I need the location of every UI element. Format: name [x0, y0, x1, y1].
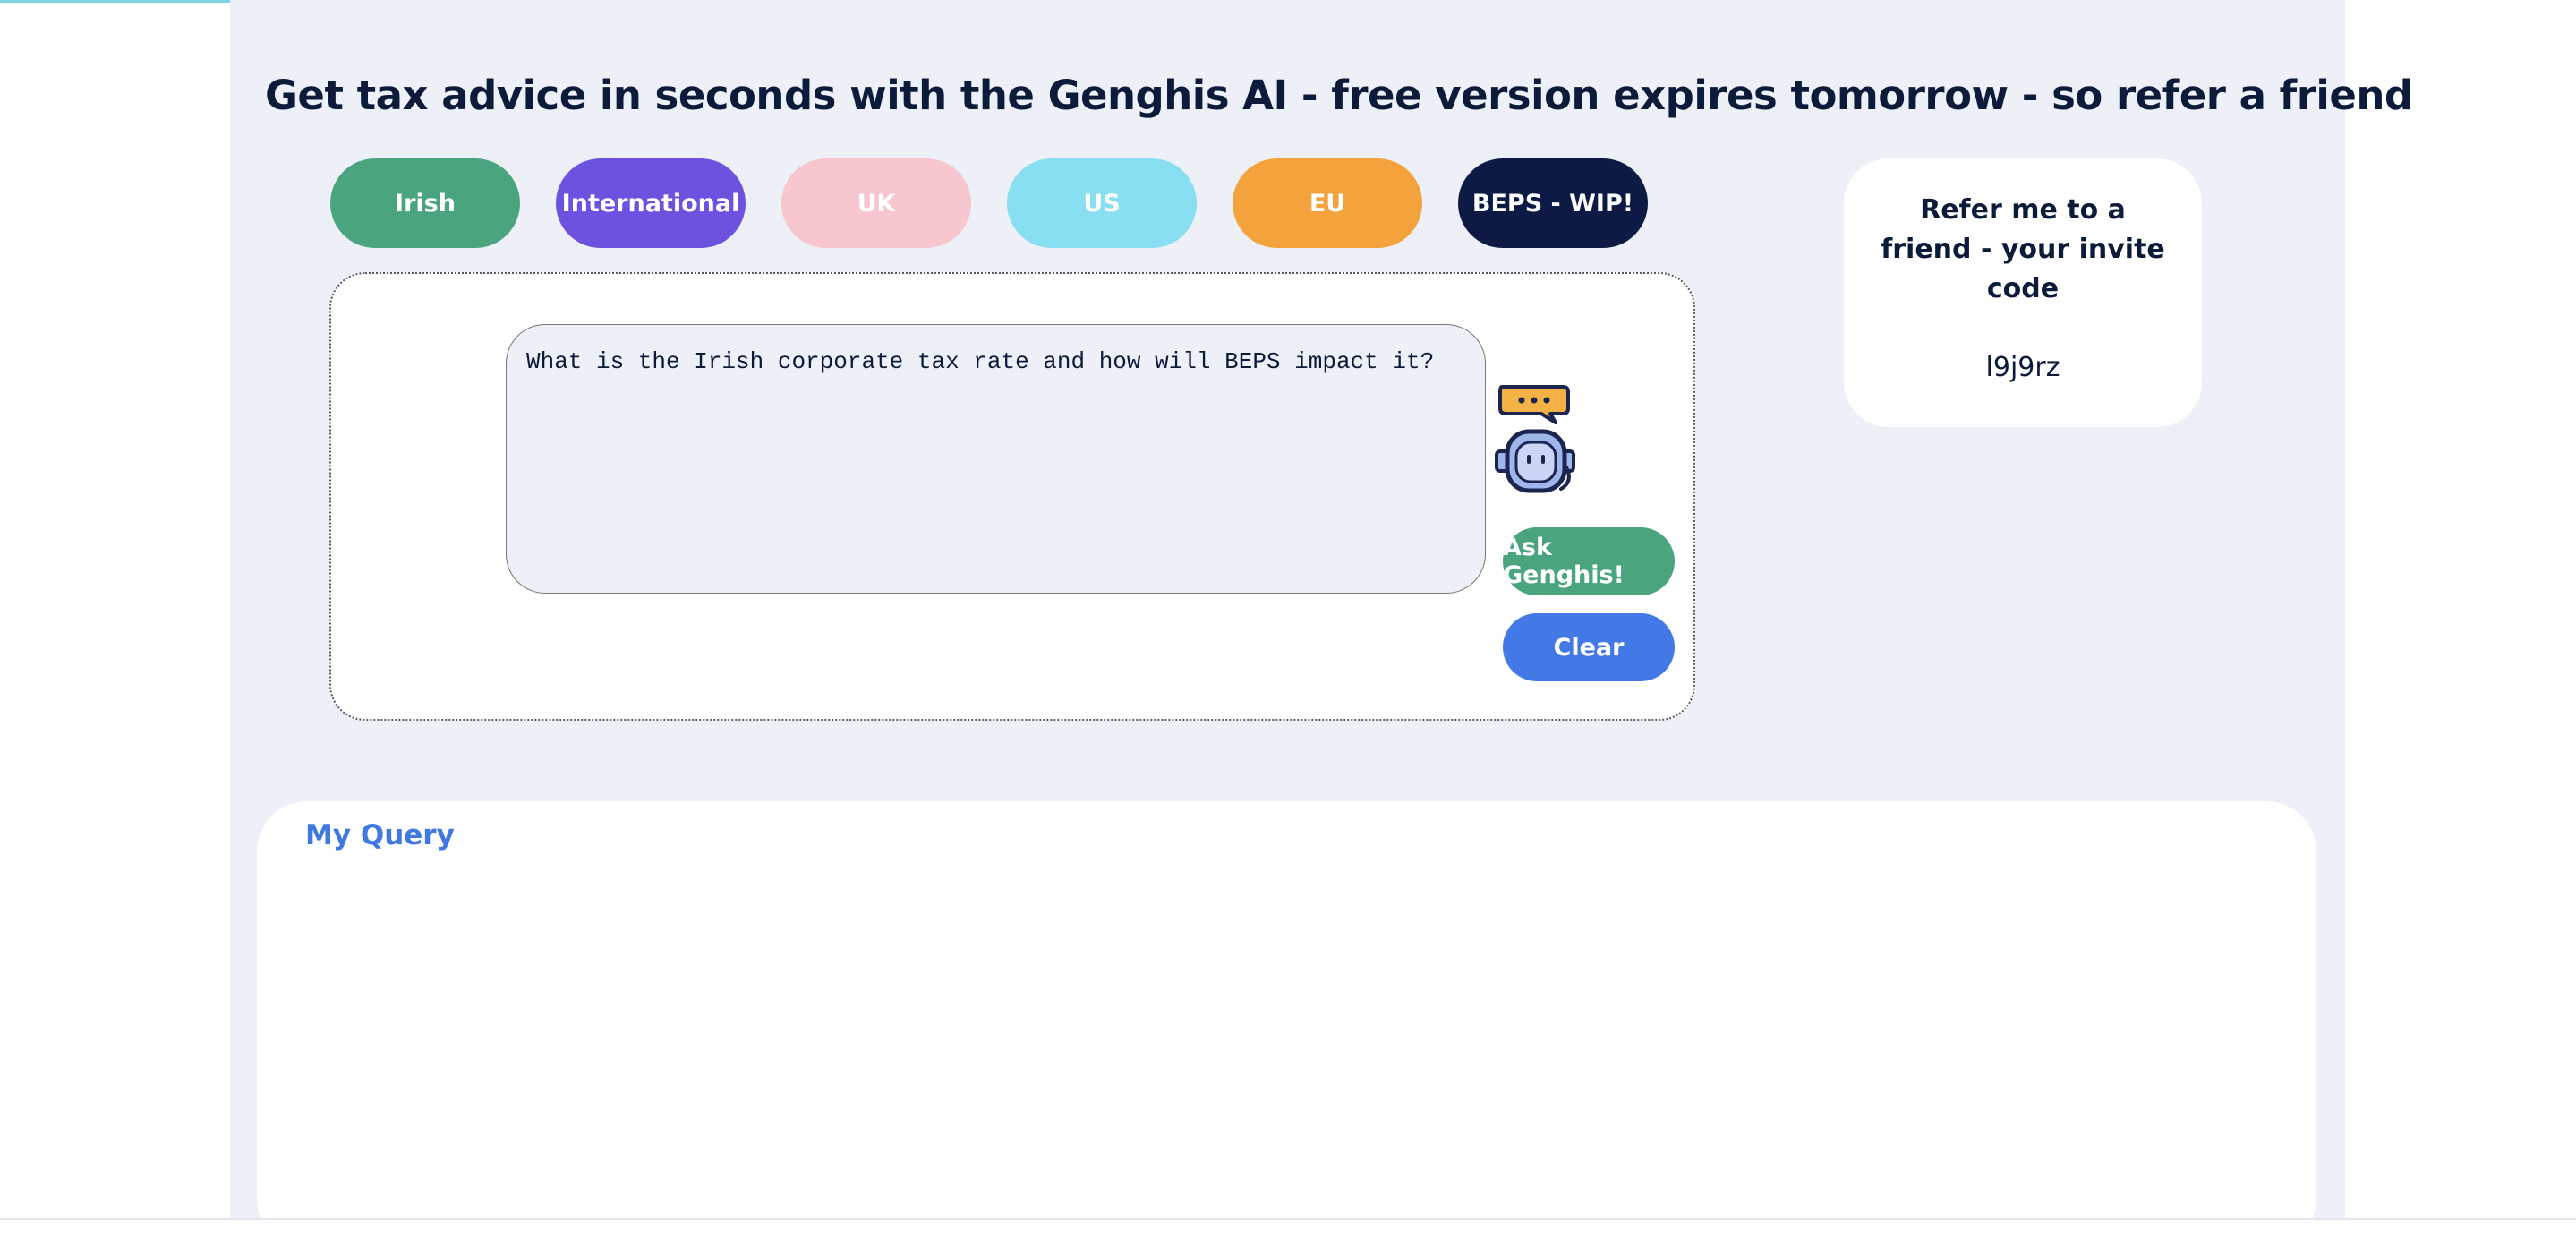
referral-title: Refer me to a friend - your invite code: [1881, 194, 2165, 304]
tab-beps[interactable]: BEPS - WIP!: [1458, 158, 1648, 248]
clear-button[interactable]: Clear: [1503, 613, 1675, 681]
invite-code: l9j9rz: [1985, 352, 2060, 383]
referral-card: Refer me to a friend - your invite code …: [1844, 158, 2202, 427]
question-input[interactable]: [506, 324, 1486, 594]
tab-international[interactable]: International: [556, 158, 746, 248]
chatbot-icon: [1495, 385, 1575, 493]
tab-irish[interactable]: Irish: [330, 158, 520, 248]
tab-eu[interactable]: EU: [1233, 158, 1422, 248]
query-panel-title: My Query: [305, 819, 455, 851]
query-results-panel: My Query: [257, 801, 2316, 1249]
page-title: Get tax advice in seconds with the Gengh…: [265, 72, 2413, 119]
ask-genghis-button[interactable]: Ask Genghis!: [1503, 527, 1675, 595]
page-container: Get tax advice in seconds with the Gengh…: [230, 0, 2413, 1249]
tab-uk[interactable]: UK: [781, 158, 971, 248]
question-box: Ask Genghis! Clear: [329, 272, 1695, 721]
tab-us[interactable]: US: [1007, 158, 1197, 248]
